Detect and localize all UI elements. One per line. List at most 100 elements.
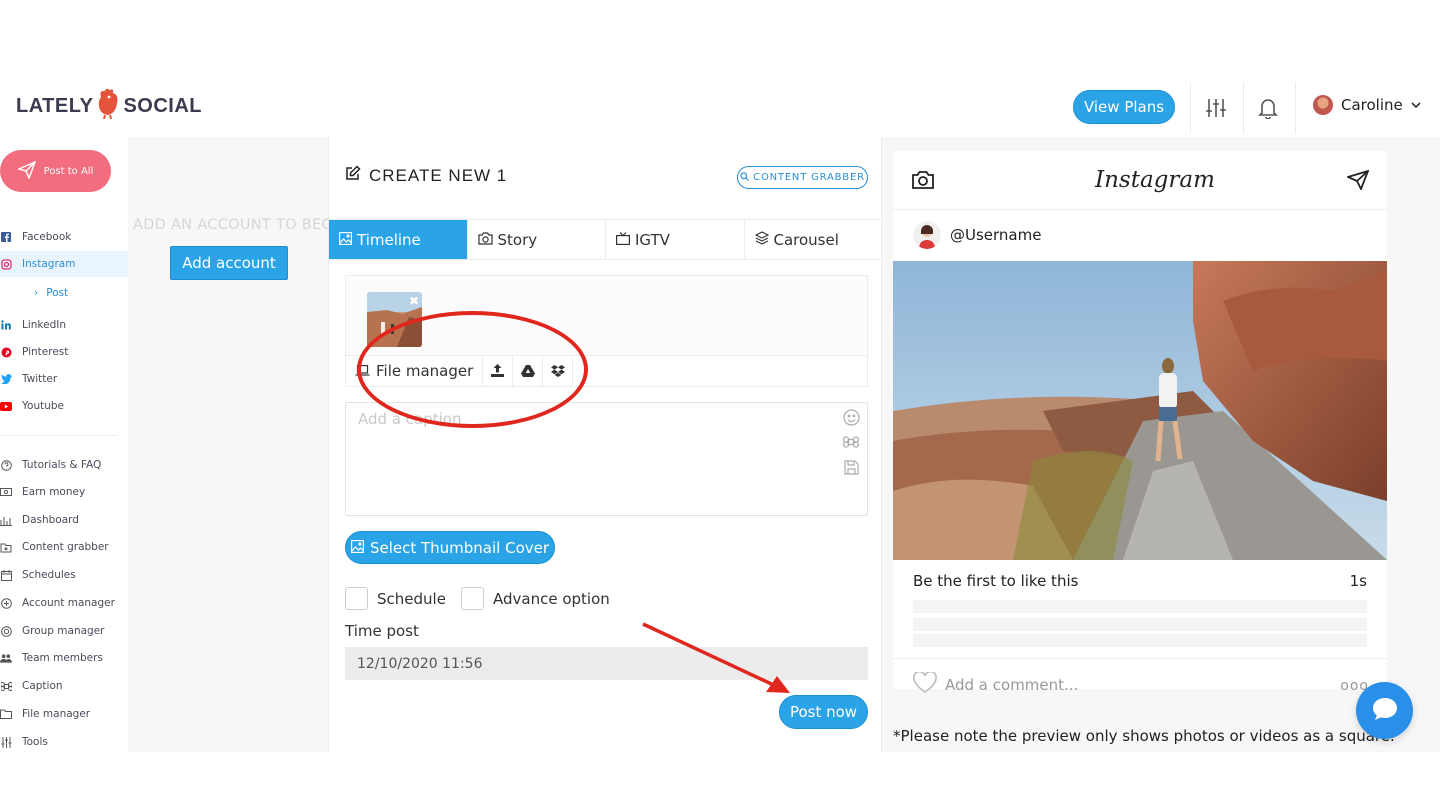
user-menu[interactable]: Caroline (1313, 95, 1421, 115)
media-upload-area[interactable]: ✖ File manager (345, 275, 868, 387)
sidebar-item-linkedin[interactable]: LinkedIn (0, 313, 128, 337)
linkedin-icon (0, 319, 12, 331)
instagram-preview-panel: Instagram @Username Be the first to like… (882, 137, 1440, 752)
instagram-user-row: @Username (913, 221, 1041, 249)
tab-label: Story (497, 230, 538, 249)
heart-icon[interactable] (913, 670, 937, 697)
post-editor: CREATE NEW 1 CONTENT GRABBER Timeline St… (329, 137, 882, 752)
schedule-checkbox[interactable] (345, 587, 368, 610)
sidebar-item-label: Team members (22, 652, 103, 664)
sidebar-item-label: LinkedIn (22, 319, 67, 331)
sidebar-item-caption[interactable]: Caption (0, 674, 128, 698)
chevron-down-icon (1411, 96, 1421, 114)
dropbox-button[interactable] (543, 355, 574, 387)
post-type-tabs: Timeline Story IGTV Carousel (329, 219, 882, 260)
sidebar-item-earn-money[interactable]: Earn money (0, 480, 128, 504)
post-now-button[interactable]: Post now (779, 695, 868, 729)
sidebar-item-label: File manager (22, 708, 91, 720)
sidebar-item-pinterest[interactable]: Pinterest (0, 340, 128, 364)
camera-icon (912, 170, 934, 194)
tab-label: Timeline (357, 230, 421, 249)
instagram-preview-card: Instagram @Username Be the first to like… (893, 151, 1387, 694)
sidebar-item-label: Account manager (22, 597, 115, 609)
sidebar-item-tutorials[interactable]: Tutorials & FAQ (0, 453, 128, 477)
sidebar-item-account-manager[interactable]: Account manager (0, 591, 128, 615)
add-account-button[interactable]: Add account (170, 246, 288, 280)
preview-note: *Please note the preview only shows phot… (893, 727, 1395, 745)
select-thumbnail-label: Select Thumbnail Cover (369, 538, 550, 557)
advance-option-checkbox[interactable] (461, 587, 484, 610)
chat-support-button[interactable] (1356, 682, 1413, 739)
comment-placeholder: Add a comment... (945, 675, 1079, 694)
post-to-all-label: Post to All (43, 165, 94, 177)
youtube-icon (0, 400, 12, 412)
camera-icon (477, 231, 493, 249)
sidebar-item-schedules[interactable]: Schedules (0, 563, 128, 587)
sidebar-item-tools[interactable]: Tools (0, 730, 128, 754)
post-to-all-button[interactable]: Post to All (0, 150, 111, 192)
sidebar-item-file-manager[interactable]: File manager (0, 702, 128, 726)
caption-input[interactable] (358, 410, 828, 428)
sidebar-item-label: Instagram (22, 258, 76, 270)
likes-text: Be the first to like this (913, 572, 1079, 590)
sidebar-subitem-label: Post (46, 287, 69, 299)
tab-igtv[interactable]: IGTV (606, 220, 745, 259)
sidebar: Post to All Facebook Instagram › Post Li… (0, 137, 128, 752)
sidebar-item-group-manager[interactable]: Group manager (0, 619, 128, 643)
empty-accounts-text: ADD AN ACCOUNT TO BEGIN (133, 217, 349, 233)
tab-label: IGTV (635, 230, 670, 249)
preview-divider (893, 658, 1387, 659)
file-manager-button[interactable]: File manager (346, 355, 484, 387)
sidebar-divider (0, 435, 118, 436)
sidebar-item-team-members[interactable]: Team members (0, 646, 128, 670)
view-plans-button[interactable]: View Plans (1073, 90, 1175, 124)
schedule-option[interactable]: Schedule (345, 587, 446, 610)
sidebar-item-youtube[interactable]: Youtube (0, 394, 128, 418)
time-post-input[interactable] (345, 647, 868, 680)
file-manager-label: File manager (376, 362, 474, 380)
advance-option[interactable]: Advance option (461, 587, 610, 610)
avatar (913, 221, 941, 249)
tab-story[interactable]: Story (468, 220, 606, 259)
comment-row[interactable]: Add a comment... (913, 670, 1079, 697)
laptop-icon (355, 362, 370, 380)
sidebar-item-label: Content grabber (22, 541, 109, 553)
help-icon (0, 459, 12, 471)
media-thumbnail[interactable]: ✖ (367, 292, 422, 347)
select-thumbnail-button[interactable]: Select Thumbnail Cover (345, 531, 555, 564)
sidebar-item-content-grabber[interactable]: Content grabber (0, 535, 128, 559)
sidebar-item-instagram[interactable]: Instagram (0, 251, 128, 277)
image-icon (339, 231, 353, 249)
upload-icon (491, 362, 505, 381)
tab-timeline[interactable]: Timeline (329, 220, 468, 259)
pinterest-icon (0, 346, 12, 358)
tab-carousel[interactable]: Carousel (745, 220, 883, 259)
google-drive-button[interactable] (513, 355, 544, 387)
sidebar-item-label: Tools (22, 736, 48, 748)
upload-button[interactable] (483, 355, 514, 387)
sidebar-item-label: Dashboard (22, 514, 79, 526)
bell-icon[interactable] (1256, 96, 1280, 120)
lately-social-logo[interactable]: LATELY SOCIAL (16, 88, 202, 124)
group-icon (0, 625, 12, 637)
sidebar-item-dashboard[interactable]: Dashboard (0, 508, 128, 532)
save-icon[interactable] (842, 458, 860, 476)
post-preview-image (893, 261, 1387, 560)
advance-option-label: Advance option (493, 589, 610, 608)
sidebar-item-twitter[interactable]: Twitter (0, 367, 128, 391)
remove-media-icon[interactable]: ✖ (408, 295, 420, 307)
sliders-icon[interactable] (1204, 96, 1228, 120)
command-icon[interactable] (842, 433, 860, 451)
sidebar-item-label: Group manager (22, 625, 105, 637)
emoji-icon[interactable] (842, 408, 860, 426)
logo-text-left: LATELY (16, 94, 94, 117)
grabber-icon (0, 541, 12, 553)
logo-text-right: SOCIAL (123, 94, 203, 117)
sidebar-item-facebook[interactable]: Facebook (0, 225, 128, 249)
image-icon (350, 539, 364, 557)
sidebar-subitem-post[interactable]: › Post (34, 287, 68, 299)
post-time: 1s (1349, 572, 1367, 590)
skeleton-line (913, 600, 1367, 613)
sidebar-item-label: Caption (22, 680, 63, 692)
content-grabber-button[interactable]: CONTENT GRABBER (737, 166, 868, 189)
